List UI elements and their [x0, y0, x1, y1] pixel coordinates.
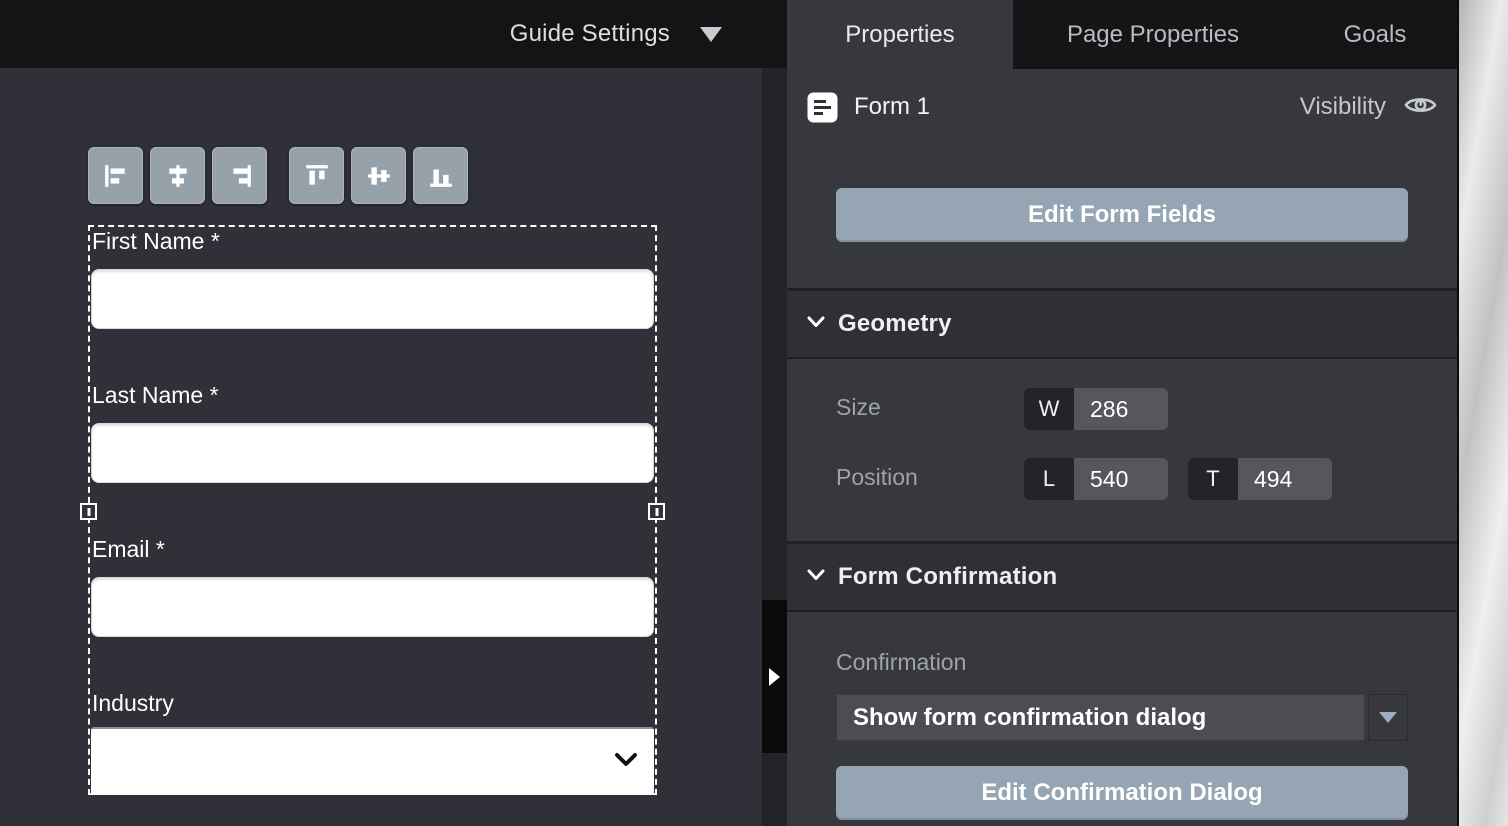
align-top-button[interactable]	[289, 147, 344, 204]
confirmation-dropdown[interactable]: Show form confirmation dialog	[836, 694, 1365, 741]
geometry-section-title: Geometry	[838, 310, 952, 338]
confirmation-label: Confirmation	[836, 649, 966, 676]
chevron-down-icon	[806, 568, 826, 587]
align-middle-vertical-button[interactable]	[351, 147, 406, 204]
selected-form-widget[interactable]: First Name * Last Name * Email * Industr…	[88, 225, 657, 795]
confirmation-dropdown-value: Show form confirmation dialog	[853, 704, 1206, 732]
panel-header-row: Form 1 Visibility	[787, 84, 1457, 130]
align-right-button[interactable]	[212, 147, 267, 204]
align-middle-vertical-icon	[366, 163, 392, 189]
position-label: Position	[836, 464, 918, 491]
top-position-field: T 494	[1188, 458, 1332, 500]
triangle-down-icon	[1379, 712, 1397, 723]
chevron-right-icon	[769, 668, 780, 686]
desktop-background-strip	[1457, 0, 1508, 826]
horizontal-align-group	[88, 147, 267, 204]
align-left-button[interactable]	[88, 147, 143, 204]
tab-properties-label: Properties	[845, 21, 954, 49]
selected-element-title: Form 1	[854, 93, 1300, 121]
resize-handle-right[interactable]	[648, 503, 665, 520]
align-bottom-button[interactable]	[413, 147, 468, 204]
eye-icon[interactable]	[1404, 93, 1437, 122]
chevron-down-icon	[806, 315, 826, 334]
panel-collapse-handle[interactable]	[762, 600, 787, 753]
form-confirmation-section-title: Form Confirmation	[838, 563, 1057, 591]
top-key-label: T	[1188, 458, 1238, 500]
design-canvas: Guide Settings	[0, 0, 762, 826]
chevron-down-icon	[614, 752, 638, 773]
field-label-industry: Industry	[92, 690, 174, 717]
tab-page-properties-label: Page Properties	[1067, 21, 1239, 49]
edit-confirmation-dialog-button[interactable]: Edit Confirmation Dialog	[836, 766, 1408, 820]
tab-goals-label: Goals	[1344, 21, 1407, 49]
left-position-field: L 540	[1024, 458, 1168, 500]
tab-properties[interactable]: Properties	[787, 0, 1013, 69]
alignment-toolbar	[88, 147, 468, 204]
tab-page-properties[interactable]: Page Properties	[1013, 0, 1293, 69]
guide-settings-button[interactable]: Guide Settings	[510, 20, 670, 48]
form-icon	[807, 92, 838, 123]
gutter-top-strip	[762, 0, 787, 68]
field-label-last-name: Last Name *	[92, 382, 219, 409]
properties-panel: Properties Page Properties Goals Form 1 …	[787, 0, 1457, 826]
panel-tabbar: Properties Page Properties Goals	[787, 0, 1457, 69]
align-left-icon	[103, 163, 129, 189]
form-confirmation-section-header[interactable]: Form Confirmation	[787, 544, 1457, 610]
field-label-first-name: First Name *	[92, 228, 220, 255]
align-right-icon	[227, 163, 253, 189]
align-bottom-icon	[428, 163, 454, 189]
align-top-icon	[304, 163, 330, 189]
divider	[787, 357, 1457, 359]
size-label: Size	[836, 394, 881, 421]
tab-goals[interactable]: Goals	[1293, 0, 1457, 69]
canvas-topbar: Guide Settings	[0, 0, 762, 68]
confirmation-dropdown-button[interactable]	[1368, 694, 1408, 741]
last-name-input[interactable]	[91, 423, 654, 483]
align-center-horizontal-button[interactable]	[150, 147, 205, 204]
left-key-label: L	[1024, 458, 1074, 500]
divider	[787, 610, 1457, 612]
edit-form-fields-button[interactable]: Edit Form Fields	[836, 188, 1408, 242]
email-input[interactable]	[91, 577, 654, 637]
guide-settings-dropdown-icon[interactable]	[700, 27, 722, 42]
visibility-label: Visibility	[1300, 93, 1386, 121]
vertical-align-group	[289, 147, 468, 204]
resize-handle-left[interactable]	[80, 503, 97, 520]
width-value-input[interactable]: 286	[1074, 388, 1168, 430]
industry-select[interactable]	[91, 727, 654, 795]
left-value-input[interactable]: 540	[1074, 458, 1168, 500]
guide-designer-app: Guide Settings	[0, 0, 1508, 826]
width-field: W 286	[1024, 388, 1168, 430]
top-value-input[interactable]: 494	[1238, 458, 1332, 500]
field-label-email: Email *	[92, 536, 165, 563]
first-name-input[interactable]	[91, 269, 654, 329]
width-key-label: W	[1024, 388, 1074, 430]
geometry-section-header[interactable]: Geometry	[787, 291, 1457, 357]
align-center-horizontal-icon	[165, 163, 191, 189]
